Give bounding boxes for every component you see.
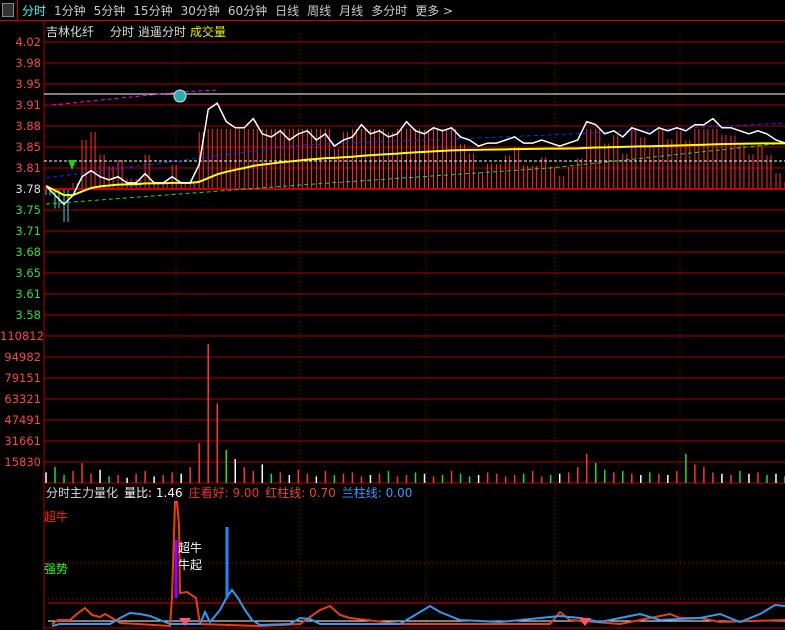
- zkh-value: 9.00: [232, 486, 260, 500]
- peak-marker-icon: [173, 89, 187, 103]
- price-tick: 3.81: [15, 161, 41, 175]
- price-tick: 3.68: [15, 245, 41, 259]
- volume-tick: 31661: [4, 434, 41, 448]
- red-indicator-line: [51, 501, 785, 628]
- price-tick: 3.91: [15, 98, 41, 112]
- indicator-title: 分时主力量化: [46, 486, 119, 500]
- price-tick: 3.88: [15, 119, 41, 133]
- level-strong-label: 强势: [44, 562, 69, 576]
- level-super-label: 超牛: [44, 510, 69, 524]
- ratio-label: 量比:: [124, 486, 153, 500]
- volume-tick: 110812: [0, 329, 44, 343]
- price-tick: 3.75: [15, 203, 41, 217]
- volume-tick: 94982: [4, 350, 41, 364]
- red-bar-label: 红柱线:: [265, 486, 306, 500]
- signal-label-1: 超牛: [178, 541, 203, 555]
- magenta-trend-line: [51, 89, 219, 106]
- signal-label-2: 牛起: [178, 558, 203, 572]
- blue-bar-label: 兰柱线:: [341, 486, 382, 500]
- price-tick: 3.98: [15, 56, 41, 70]
- indicator-header: 分时主力量化 量比: 1.46 庄看好: 9.00 红柱线: 0.70 兰柱线:…: [46, 484, 412, 501]
- price-tick: 4.02: [15, 35, 41, 49]
- red-bar-value: 0.70: [309, 486, 336, 500]
- price-tick: 3.61: [15, 287, 41, 301]
- volume-tick: 47491: [4, 413, 41, 427]
- blue-bar-value: 0.00: [385, 486, 413, 500]
- price-tick: 3.78: [15, 182, 41, 196]
- volume-tick: 63321: [4, 392, 41, 406]
- price-tick: 3.85: [15, 140, 41, 154]
- price-tick: 3.65: [15, 266, 41, 280]
- price-tick: 3.58: [15, 308, 41, 322]
- volume-tick: 79151: [4, 371, 41, 385]
- volume-tick: 15830: [4, 455, 41, 469]
- price-tick: 3.95: [15, 77, 41, 91]
- zkh-label: 庄看好:: [188, 486, 229, 500]
- ratio-value: 1.46: [155, 486, 183, 500]
- price-tick: 3.71: [15, 224, 41, 238]
- intraday-chart[interactable]: [0, 0, 785, 630]
